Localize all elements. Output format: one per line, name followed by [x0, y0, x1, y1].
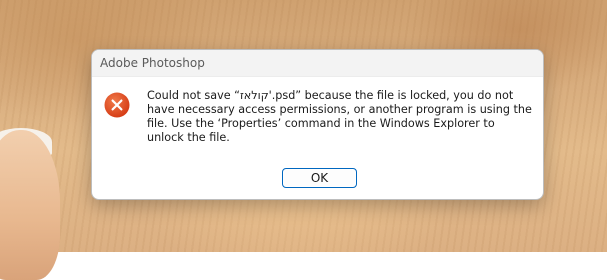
- dialog-title: Adobe Photoshop: [100, 56, 205, 70]
- dialog-titlebar[interactable]: Adobe Photoshop: [92, 50, 543, 77]
- dialog-content: Could not save “קולאז'.psd” because the …: [92, 77, 543, 199]
- ok-button[interactable]: OK: [282, 168, 357, 188]
- error-icon: [104, 92, 130, 118]
- error-message: Could not save “קולאז'.psd” because the …: [147, 89, 532, 144]
- error-dialog: Adobe Photoshop Could not save “קולאז'.p…: [91, 49, 544, 200]
